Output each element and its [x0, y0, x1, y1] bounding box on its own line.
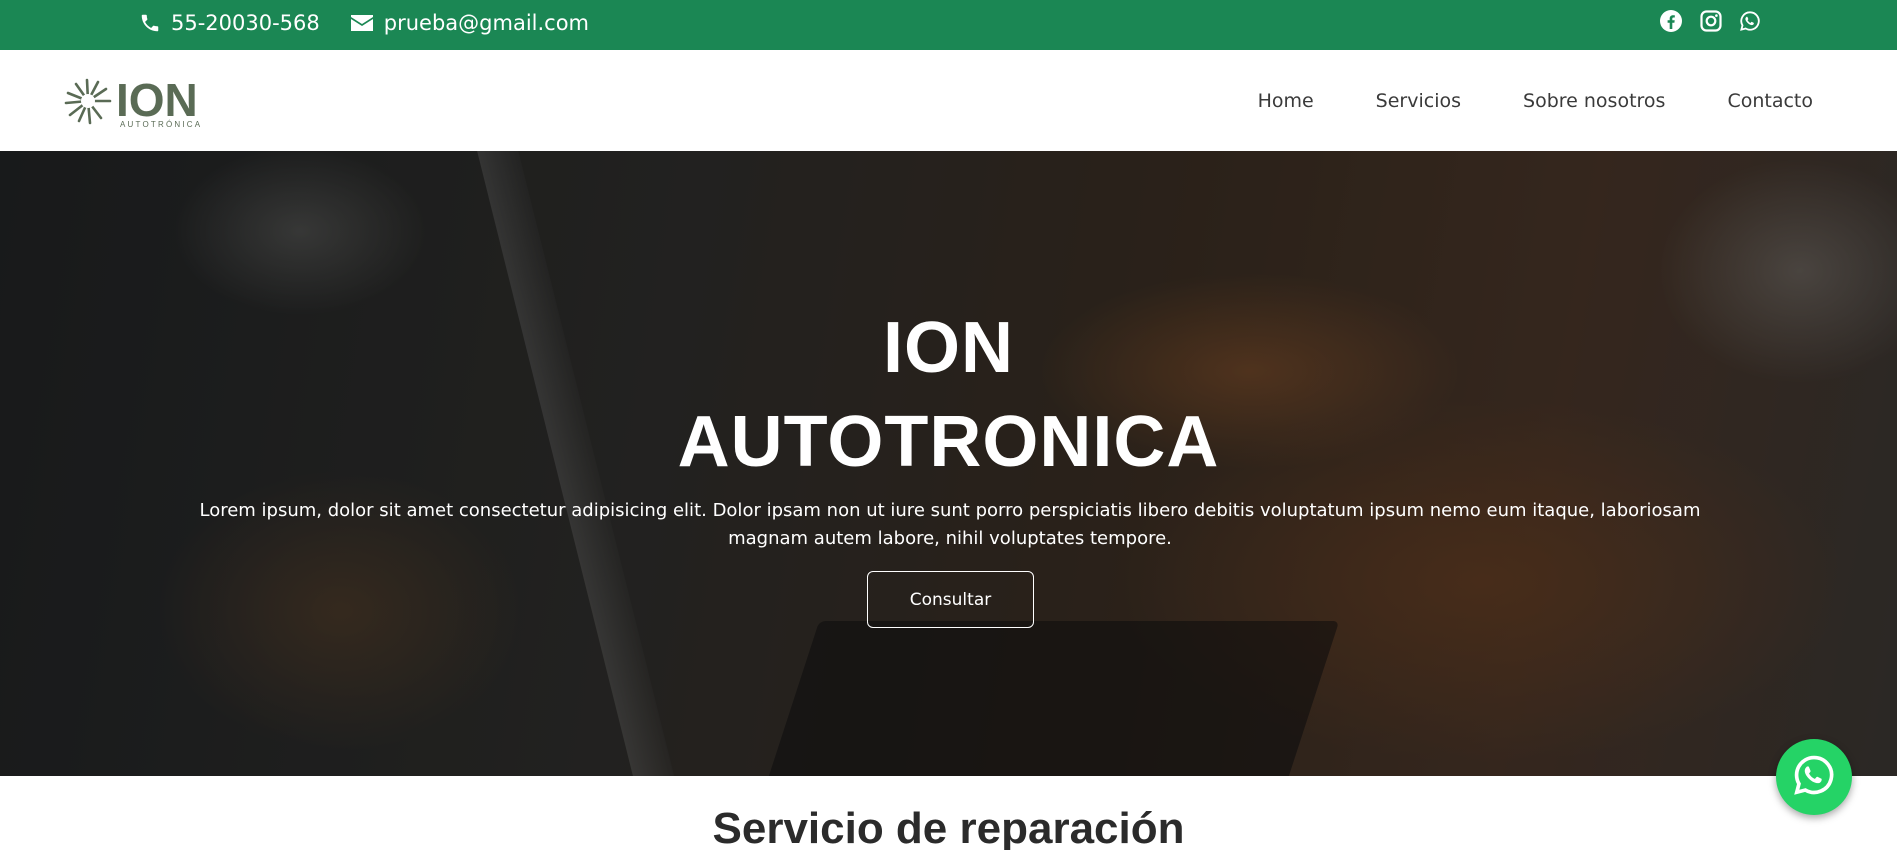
nav-servicios[interactable]: Servicios: [1376, 90, 1461, 112]
phone-contact[interactable]: 55-20030-568: [139, 11, 320, 35]
main-navbar: ION AUTOTRÓNICA Home Servicios Sobre nos…: [0, 50, 1897, 151]
nav-home[interactable]: Home: [1258, 90, 1314, 112]
ion-logo[interactable]: ION AUTOTRÓNICA: [60, 72, 220, 130]
nav-menu: Home Servicios Sobre nosotros Contacto: [1258, 50, 1813, 151]
phone-number: 55-20030-568: [171, 11, 320, 35]
whatsapp-float-button[interactable]: [1776, 739, 1852, 815]
instagram-icon[interactable]: [1699, 9, 1723, 33]
hero-title-line2: AUTOTRONICA: [677, 402, 1220, 482]
nav-sobre-nosotros[interactable]: Sobre nosotros: [1523, 90, 1665, 112]
section-title: Servicio de reparación: [712, 804, 1185, 850]
whatsapp-icon: [1792, 753, 1836, 801]
social-links: [1659, 0, 1761, 42]
facebook-icon[interactable]: [1659, 9, 1683, 33]
email-contact[interactable]: prueba@gmail.com: [350, 11, 589, 35]
consultar-button[interactable]: Consultar: [867, 571, 1034, 628]
contact-info: 55-20030-568 prueba@gmail.com: [139, 0, 589, 46]
envelope-icon: [350, 13, 374, 33]
hero-description: Lorem ipsum, dolor sit amet consectetur …: [199, 500, 1701, 549]
nav-contacto[interactable]: Contacto: [1727, 90, 1813, 112]
top-bar: 55-20030-568 prueba@gmail.com: [0, 0, 1897, 50]
hero-title: ION AUTOTRONICA: [0, 301, 1897, 489]
phone-icon: [139, 12, 161, 34]
email-address: prueba@gmail.com: [383, 11, 590, 35]
hero-title-line1: ION: [882, 308, 1014, 388]
svg-text:ION: ION: [116, 74, 198, 126]
svg-text:AUTOTRÓNICA: AUTOTRÓNICA: [120, 120, 202, 129]
whatsapp-icon[interactable]: [1739, 10, 1761, 32]
hero-banner: ION AUTOTRONICA Lorem ipsum, dolor sit a…: [0, 151, 1897, 776]
